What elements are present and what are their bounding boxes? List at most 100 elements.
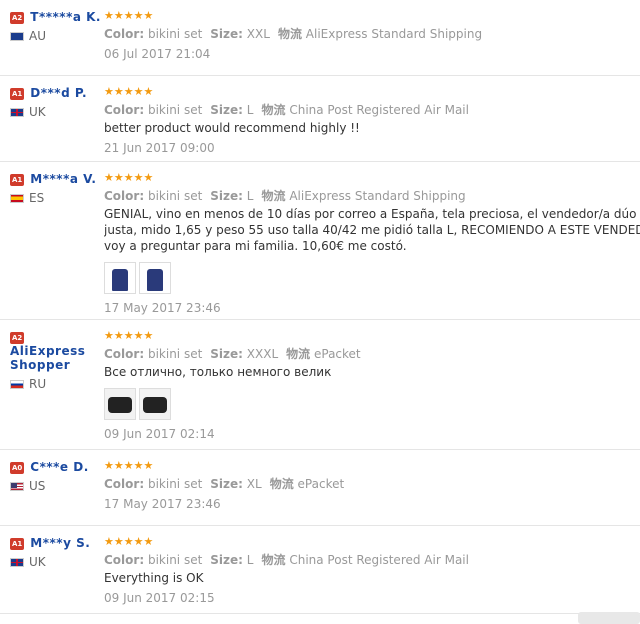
color-value: bikini set [147,553,203,567]
size-label: Size: [210,189,243,203]
review-photo-thumbnail[interactable] [139,388,171,420]
country-code: ES [29,191,45,205]
flag-icon [10,558,24,567]
size-value: L [246,189,254,203]
shipping-label: 物流 [261,103,286,117]
reviewer-name[interactable]: C***e D. [30,460,88,474]
reviewer-info: A0 C***e D. US [10,460,102,494]
order-details: Color: bikini set Size: XXXL 物流 ePacket [104,346,640,362]
review-body: ★★★★★ Color: bikini set Size: L 物流 AliExpre… [104,172,640,316]
review-list: A2 T*****a K. AU ★★★★★ Color: bikini set Size… [0,0,640,614]
review-item: A2 T*****a K. AU ★★★★★ Color: bikini set Size… [0,0,640,76]
reviewer-name-line: A0 C***e D. [10,460,102,474]
color-label: Color: [104,477,145,491]
reviewer-name[interactable]: M****a V. [30,172,96,186]
reviewer-level-badge: A1 [10,537,25,550]
review-photo-thumbnail[interactable] [104,262,136,294]
review-photo-thumbnail[interactable] [104,388,136,420]
size-label: Size: [210,103,243,117]
shipping-method: ePacket [314,347,361,361]
shipping-label: 物流 [277,27,302,41]
review-body: ★★★★★ Color: bikini set Size: XXL 物流 AliExp… [104,10,640,62]
reviewer-country: UK [10,105,102,120]
order-details: Color: bikini set Size: XXL 物流 AliExpress … [104,26,640,42]
reviewer-name[interactable]: T*****a K. [30,10,101,24]
color-label: Color: [104,553,145,567]
review-photo-thumbnail[interactable] [139,262,171,294]
reviewer-info: A1 M****a V. ES [10,172,102,206]
color-value: bikini set [147,189,203,203]
color-label: Color: [104,27,145,41]
star-rating: ★★★★★ [104,329,154,342]
flag-icon [10,108,24,117]
scrollbar-thumb[interactable] [578,612,640,624]
review-item: A0 C***e D. US ★★★★★ Color: bikini set Size: … [0,450,640,526]
review-date: 21 Jun 2017 09:00 [104,141,215,155]
review-body: ★★★★★ Color: bikini set Size: L 物流 China Po… [104,536,640,606]
review-photos [104,262,640,296]
flag-icon [10,32,24,41]
shipping-method: AliExpress Standard Shipping [305,27,483,41]
shipping-method: China Post Registered Air Mail [289,553,469,567]
flag-icon [10,194,24,203]
review-text: better product would recommend highly !! [104,121,360,135]
star-rating: ★★★★★ [104,9,154,22]
country-code: UK [29,105,46,119]
shipping-label: 物流 [261,189,286,203]
review-date: 09 Jun 2017 02:14 [104,427,215,441]
reviewer-country: RU [10,377,102,392]
reviewer-country: UK [10,555,102,570]
reviewer-name[interactable]: D***d P. [30,86,87,100]
review-text: Все отлично, только немного велик [104,365,332,379]
shipping-label: 物流 [286,347,311,361]
reviewer-name-line: A1 M***y S. [10,536,102,550]
reviewer-level-badge: A1 [10,173,25,186]
size-value: L [246,553,254,567]
order-details: Color: bikini set Size: L 物流 AliExpress St… [104,188,640,204]
color-label: Color: [104,347,145,361]
reviewer-country: ES [10,191,102,206]
country-code: UK [29,555,46,569]
size-label: Size: [210,553,243,567]
color-label: Color: [104,103,145,117]
size-label: Size: [210,477,243,491]
order-details: Color: bikini set Size: L 物流 China Post Re… [104,552,640,568]
size-label: Size: [210,27,243,41]
flag-icon [10,482,24,491]
review-body: ★★★★★ Color: bikini set Size: L 物流 China Po… [104,86,640,156]
color-value: bikini set [147,103,203,117]
star-rating: ★★★★★ [104,171,154,184]
review-date: 09 Jun 2017 02:15 [104,591,215,605]
reviewer-name-line: A1 D***d P. [10,86,102,100]
reviewer-name-line: A2 T*****a K. [10,10,102,24]
country-code: AU [29,29,46,43]
size-value: L [246,103,254,117]
shipping-label: 物流 [261,553,286,567]
review-item: A2AliExpress Shopper RU ★★★★★ Color: bikini… [0,320,640,450]
review-text: Everything is OK [104,571,204,585]
review-text-line: voy a preguntar para mi familia. 10,60€ … [104,239,407,253]
reviewer-level-badge: A2 [10,11,25,24]
country-code: US [29,479,46,493]
order-details: Color: bikini set Size: XL 物流 ePacket [104,476,640,492]
reviewer-name[interactable]: M***y S. [30,536,90,550]
review-date: 06 Jul 2017 21:04 [104,47,211,61]
color-value: bikini set [147,347,203,361]
size-value: XXL [246,27,270,41]
review-body: ★★★★★ Color: bikini set Size: XXXL 物流 ePack… [104,330,640,442]
order-details: Color: bikini set Size: L 物流 China Post Re… [104,102,640,118]
review-date: 17 May 2017 23:46 [104,497,221,511]
reviewer-info: A1 M***y S. UK [10,536,102,570]
review-item: A1 M***y S. UK ★★★★★ Color: bikini set Size: … [0,526,640,614]
color-value: bikini set [147,477,203,491]
shipping-method: AliExpress Standard Shipping [289,189,466,203]
star-rating: ★★★★★ [104,535,154,548]
review-date: 17 May 2017 23:46 [104,301,221,315]
reviewer-name[interactable]: AliExpress Shopper [10,344,85,372]
reviewer-level-badge: A0 [10,461,25,474]
shipping-method: China Post Registered Air Mail [289,103,469,117]
size-label: Size: [210,347,243,361]
reviewer-name-line: A1 M****a V. [10,172,102,186]
reviewer-name-line: A2AliExpress Shopper [10,330,102,372]
review-photos [104,388,640,422]
